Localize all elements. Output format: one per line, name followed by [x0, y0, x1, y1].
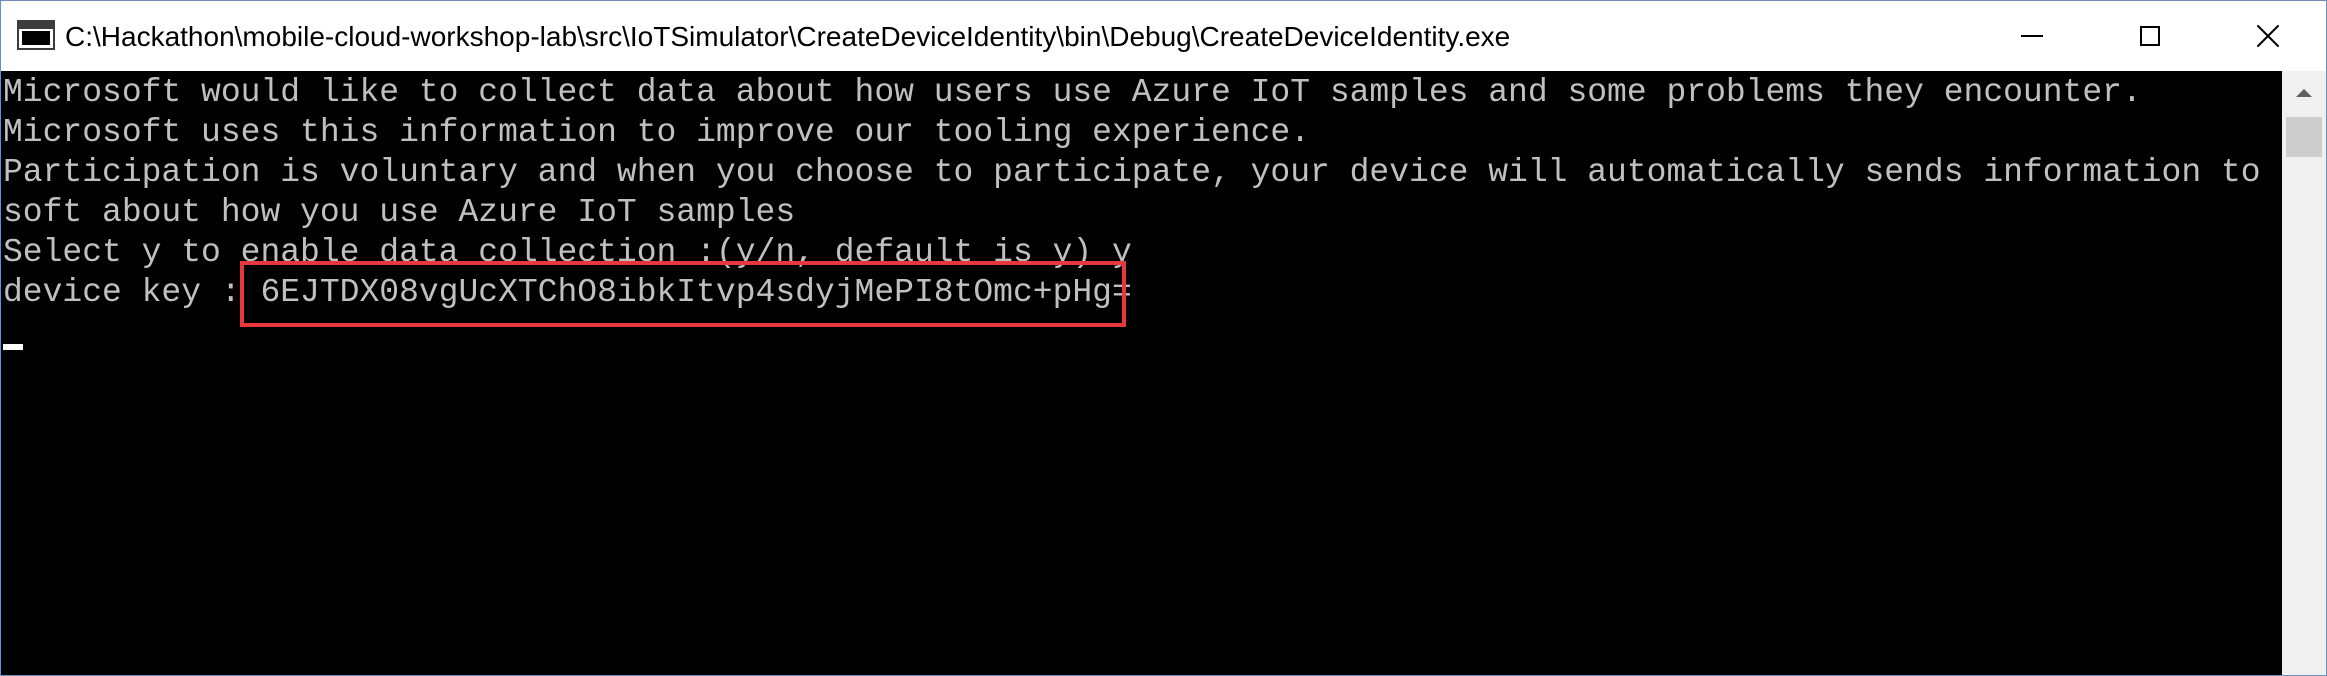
- maximize-button[interactable]: [2091, 1, 2209, 71]
- console-line: Participation is voluntary and when you …: [3, 154, 2282, 191]
- scroll-up-button[interactable]: [2282, 71, 2326, 115]
- minimize-icon: [2021, 35, 2043, 37]
- scroll-up-arrow-icon: [2296, 89, 2312, 97]
- vertical-scrollbar[interactable]: [2282, 71, 2326, 675]
- console-window: C:\Hackathon\mobile-cloud-workshop-lab\s…: [0, 0, 2327, 676]
- close-icon: [2256, 24, 2280, 48]
- console-app-icon[interactable]: [17, 20, 55, 50]
- app-icon-screen: [22, 31, 50, 45]
- window-title: C:\Hackathon\mobile-cloud-workshop-lab\s…: [65, 21, 1511, 52]
- console-line: Microsoft would like to collect data abo…: [3, 74, 2142, 111]
- console-output[interactable]: Microsoft would like to collect data abo…: [1, 71, 2282, 675]
- close-button[interactable]: [2209, 1, 2326, 71]
- title-bar[interactable]: C:\Hackathon\mobile-cloud-workshop-lab\s…: [1, 1, 2326, 71]
- minimize-button[interactable]: [1973, 1, 2091, 71]
- app-icon-bar: [19, 22, 53, 29]
- device-key-highlight: [240, 261, 1126, 327]
- scroll-thumb[interactable]: [2286, 117, 2322, 157]
- text-cursor: [3, 344, 23, 350]
- console-line: Microsoft uses this information to impro…: [3, 114, 1311, 151]
- console-line: soft about how you use Azure IoT samples: [3, 194, 796, 231]
- maximize-icon: [2140, 26, 2160, 46]
